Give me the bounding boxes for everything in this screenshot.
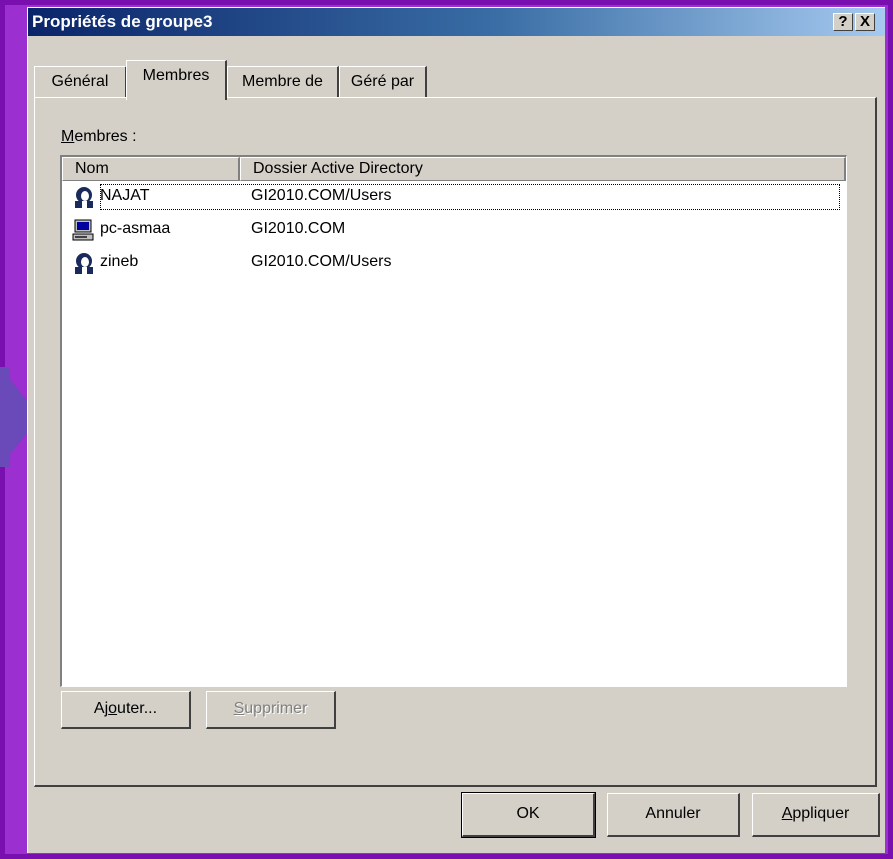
remove-button[interactable]: Supprimer <box>206 691 336 729</box>
add-button[interactable]: Ajouter... <box>61 691 191 729</box>
computer-icon <box>72 219 94 241</box>
help-button[interactable]: ? <box>833 13 853 31</box>
ok-button[interactable]: OK <box>461 792 596 838</box>
tab-gere-par[interactable]: Géré par <box>339 66 427 97</box>
column-header-nom[interactable]: Nom <box>62 157 240 181</box>
close-button[interactable]: X <box>855 13 875 31</box>
list-header: Nom Dossier Active Directory <box>62 157 846 181</box>
tab-membres[interactable]: Membres <box>126 60 227 100</box>
tab-general[interactable]: Général <box>34 66 127 97</box>
member-folder: GI2010.COM/Users <box>251 253 392 270</box>
member-name: zineb <box>100 253 139 270</box>
apply-button[interactable]: Appliquer <box>752 793 880 837</box>
member-name: NAJAT <box>100 187 150 204</box>
cancel-button[interactable]: Annuler <box>607 793 740 837</box>
user-icon <box>75 187 93 208</box>
tab-panel-membres: Membres : Nom Dossier Active Directory N… <box>34 97 877 787</box>
tab-membre-de[interactable]: Membre de <box>227 66 339 97</box>
properties-dialog: Propriétés de groupe3 ? X Général Membre… <box>27 7 885 853</box>
column-header-dossier[interactable]: Dossier Active Directory <box>240 157 846 181</box>
members-list[interactable]: Nom Dossier Active Directory NAJAT GI201… <box>60 155 847 687</box>
user-icon <box>75 253 93 274</box>
focus-rectangle <box>100 184 840 210</box>
title-bar[interactable]: Propriétés de groupe3 ? X <box>28 8 885 36</box>
list-item[interactable]: zineb GI2010.COM/Users <box>62 248 846 278</box>
member-name: pc-asmaa <box>100 220 171 237</box>
list-item[interactable]: NAJAT GI2010.COM/Users <box>62 182 846 212</box>
member-folder: GI2010.COM/Users <box>251 187 392 204</box>
list-item[interactable]: pc-asmaa GI2010.COM <box>62 215 846 245</box>
members-label: Membres : <box>61 128 137 145</box>
window-title: Propriétés de groupe3 <box>32 12 213 31</box>
member-folder: GI2010.COM <box>251 220 346 237</box>
